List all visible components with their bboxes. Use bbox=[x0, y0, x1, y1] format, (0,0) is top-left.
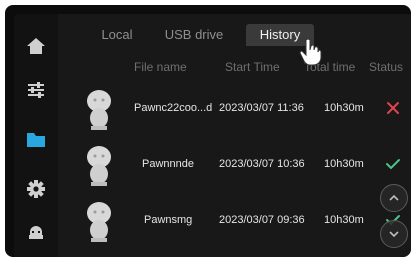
sidebar bbox=[14, 14, 58, 257]
gear-icon bbox=[27, 180, 45, 198]
header-status: Status bbox=[369, 60, 404, 74]
total-time: 10h30m bbox=[324, 214, 364, 226]
failed-x-icon bbox=[387, 102, 399, 114]
file-name: Pawnc22coo...d bbox=[134, 102, 213, 114]
completed-check-icon bbox=[386, 159, 400, 170]
header-start-time: Start Time bbox=[225, 60, 280, 74]
total-time: 10h30m bbox=[324, 158, 364, 170]
start-time: 2023/03/07 09:36 bbox=[219, 214, 305, 226]
model-thumbnail bbox=[87, 146, 111, 186]
scroll-up-button[interactable] bbox=[380, 184, 408, 212]
robot-icon bbox=[29, 226, 43, 239]
chevron-down-icon bbox=[389, 231, 399, 238]
scroll-down-button[interactable] bbox=[380, 220, 408, 248]
file-name: Pawnnnde bbox=[142, 158, 194, 170]
header-file-name: File name bbox=[134, 60, 187, 74]
tab-usb-drive[interactable]: USB drive bbox=[158, 24, 230, 46]
nav-system[interactable] bbox=[14, 167, 58, 211]
tab-local[interactable]: Local bbox=[92, 24, 142, 46]
start-time: 2023/03/07 11:36 bbox=[219, 102, 304, 114]
file-name: Pawnsmg bbox=[144, 214, 193, 226]
table-row[interactable]: Pawnnnde 2023/03/07 10:36 10h30m bbox=[62, 138, 408, 190]
home-icon bbox=[27, 38, 45, 54]
nav-settings-sliders[interactable] bbox=[14, 68, 58, 112]
table-row[interactable]: Pawnc22coo...d 2023/03/07 11:36 10h30m bbox=[62, 82, 408, 134]
start-time: 2023/03/07 10:36 bbox=[219, 158, 305, 170]
model-thumbnail bbox=[87, 90, 111, 130]
sliders-icon bbox=[28, 82, 44, 98]
nav-machine[interactable] bbox=[14, 210, 58, 254]
screen: Local USB drive History File name Start … bbox=[14, 14, 411, 257]
table-row[interactable]: Pawnsmg 2023/03/07 09:36 10h30m bbox=[62, 194, 408, 246]
device-bezel: Local USB drive History File name Start … bbox=[5, 5, 411, 257]
model-thumbnail bbox=[87, 202, 111, 242]
folder-icon bbox=[27, 133, 45, 147]
chevron-up-icon bbox=[389, 194, 399, 201]
nav-home[interactable] bbox=[14, 24, 58, 68]
hand-cursor-icon bbox=[299, 38, 322, 66]
total-time: 10h30m bbox=[324, 102, 364, 114]
nav-files[interactable] bbox=[14, 118, 58, 162]
